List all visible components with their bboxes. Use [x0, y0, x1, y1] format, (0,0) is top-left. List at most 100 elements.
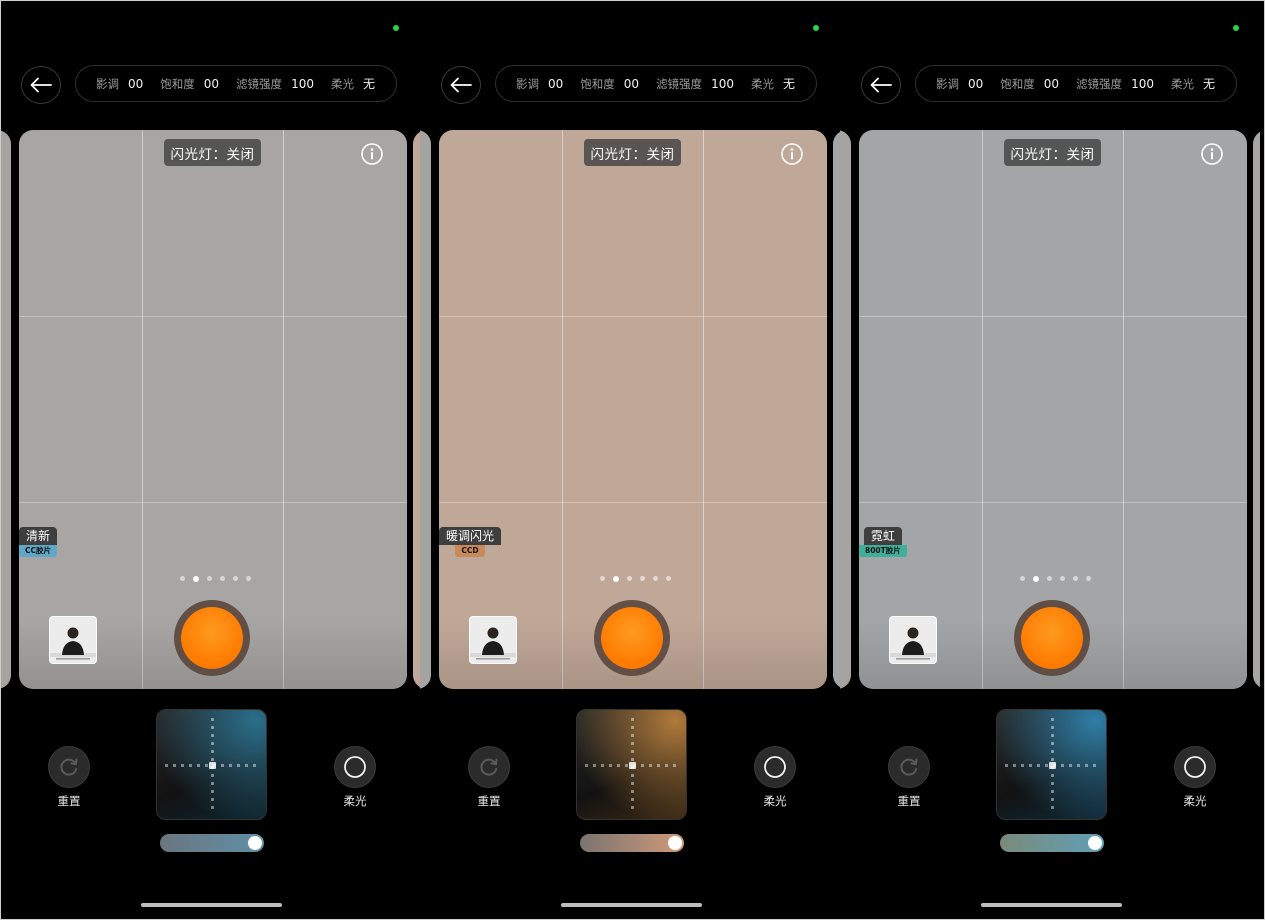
reset-button[interactable] [48, 746, 90, 788]
param-value: 00 [128, 76, 144, 91]
reset-button[interactable] [888, 746, 930, 788]
home-indicator[interactable] [561, 903, 702, 907]
param-2[interactable]: 滤镜强度 100 [656, 76, 734, 92]
param-label: 影调 [936, 76, 959, 91]
reset-button[interactable] [468, 746, 510, 788]
reset-label: 重置 [477, 794, 501, 808]
param-0[interactable]: 影调 00 [516, 76, 563, 92]
grid-line [1123, 130, 1124, 689]
grid-line [439, 316, 827, 317]
intensity-slider[interactable] [580, 834, 684, 852]
param-label: 影调 [516, 76, 539, 91]
filter-film-type: 800T胶片 [859, 545, 907, 557]
param-label: 柔光 [1170, 76, 1194, 91]
shutter-button[interactable] [1014, 600, 1090, 676]
gallery-thumbnail[interactable] [889, 616, 937, 664]
slider-knob[interactable] [248, 836, 262, 850]
page-dot [207, 576, 212, 581]
flash-status[interactable]: 闪光灯：关闭 [584, 139, 681, 166]
shutter-button[interactable] [594, 600, 670, 676]
back-button[interactable] [21, 66, 61, 104]
param-2[interactable]: 滤镜强度 100 [236, 76, 314, 92]
shutter-core [1021, 607, 1083, 669]
soft-light-button[interactable] [334, 746, 376, 788]
person-photo-icon [50, 617, 96, 663]
camera-screen-2: 影调 00 饱和度 00 滤镜强度 100 柔光 无 闪光灯：关闭 暖调闪光 C… [420, 0, 840, 920]
param-0[interactable]: 影调 00 [96, 76, 143, 92]
grid-line [982, 130, 983, 689]
page-dot [1086, 576, 1091, 581]
prev-card-edge[interactable] [0, 130, 11, 689]
page-dot [627, 576, 632, 581]
camera-screen-1: 影调 00 饱和度 00 滤镜强度 100 柔光 无 闪光灯：关闭 清新 CC胶… [0, 0, 420, 920]
param-3[interactable]: 柔光 无 [1171, 75, 1215, 92]
param-1[interactable]: 饱和度 00 [160, 76, 219, 92]
shutter-button[interactable] [174, 600, 250, 676]
tone-pad[interactable] [156, 709, 267, 820]
page-dot-active [613, 575, 619, 582]
intensity-slider[interactable] [160, 834, 264, 852]
prev-card-edge[interactable] [420, 130, 431, 689]
grid-line [859, 316, 1247, 317]
param-1[interactable]: 饱和度 00 [1000, 76, 1059, 92]
page-dot [600, 576, 605, 581]
param-label: 滤镜强度 [236, 76, 283, 91]
flash-status[interactable]: 闪光灯：关闭 [164, 139, 261, 166]
info-icon[interactable] [361, 143, 383, 165]
slider-knob[interactable] [668, 836, 682, 850]
tone-pad[interactable] [576, 709, 687, 820]
param-0[interactable]: 影调 00 [936, 76, 983, 92]
param-label: 滤镜强度 [1076, 76, 1123, 91]
slider-knob[interactable] [1088, 836, 1102, 850]
gallery-thumbnail[interactable] [49, 616, 97, 664]
soft-light-button[interactable] [754, 746, 796, 788]
filter-name: 暖调闪光 [439, 527, 502, 545]
param-3[interactable]: 柔光 无 [331, 75, 375, 92]
arrow-left-icon [870, 77, 892, 93]
param-label: 柔光 [750, 76, 774, 91]
grid-line [19, 502, 407, 503]
home-indicator[interactable] [981, 903, 1122, 907]
param-value: 无 [362, 77, 375, 91]
gallery-thumbnail[interactable] [469, 616, 517, 664]
page-dots [1020, 575, 1091, 582]
arrow-left-icon [450, 77, 472, 93]
page-dot [1020, 576, 1025, 581]
viewfinder[interactable]: 闪光灯：关闭 暖调闪光 CCD [439, 130, 827, 689]
grid-line [142, 130, 143, 689]
intensity-slider[interactable] [1000, 834, 1104, 852]
home-indicator[interactable] [141, 903, 282, 907]
crosshair-icon [165, 718, 256, 809]
privacy-indicator-dot [813, 25, 819, 31]
next-card-edge[interactable] [833, 130, 840, 689]
back-button[interactable] [861, 66, 901, 104]
crosshair-icon [1005, 718, 1096, 809]
page-dots [600, 575, 671, 582]
info-icon[interactable] [781, 143, 803, 165]
refresh-icon [60, 758, 78, 776]
next-card-edge[interactable] [1253, 130, 1260, 689]
info-icon[interactable] [1201, 143, 1223, 165]
param-value: 无 [782, 77, 795, 91]
grid-line [703, 130, 704, 689]
adjustment-params-bar: 影调 00 饱和度 00 滤镜强度 100 柔光 无 [75, 65, 397, 102]
filter-badge[interactable]: 清新 CC胶片 [19, 527, 58, 557]
filter-name: 霓虹 [863, 527, 902, 545]
filter-badge[interactable]: 霓虹 800T胶片 [859, 527, 907, 557]
param-2[interactable]: 滤镜强度 100 [1076, 76, 1154, 92]
param-1[interactable]: 饱和度 00 [580, 76, 639, 92]
next-card-edge[interactable] [413, 130, 420, 689]
page-dots [180, 575, 251, 582]
flash-status[interactable]: 闪光灯：关闭 [1004, 139, 1101, 166]
filter-badge[interactable]: 暖调闪光 CCD [439, 527, 502, 557]
viewfinder[interactable]: 闪光灯：关闭 清新 CC胶片 [19, 130, 407, 689]
back-button[interactable] [441, 66, 481, 104]
prev-card-edge[interactable] [840, 130, 851, 689]
viewfinder[interactable]: 闪光灯：关闭 霓虹 800T胶片 [859, 130, 1247, 689]
param-value: 00 [1043, 76, 1060, 91]
page-dot [220, 576, 225, 581]
shutter-core [601, 607, 663, 669]
tone-pad[interactable] [996, 709, 1107, 820]
soft-light-button[interactable] [1174, 746, 1216, 788]
param-3[interactable]: 柔光 无 [751, 75, 795, 92]
